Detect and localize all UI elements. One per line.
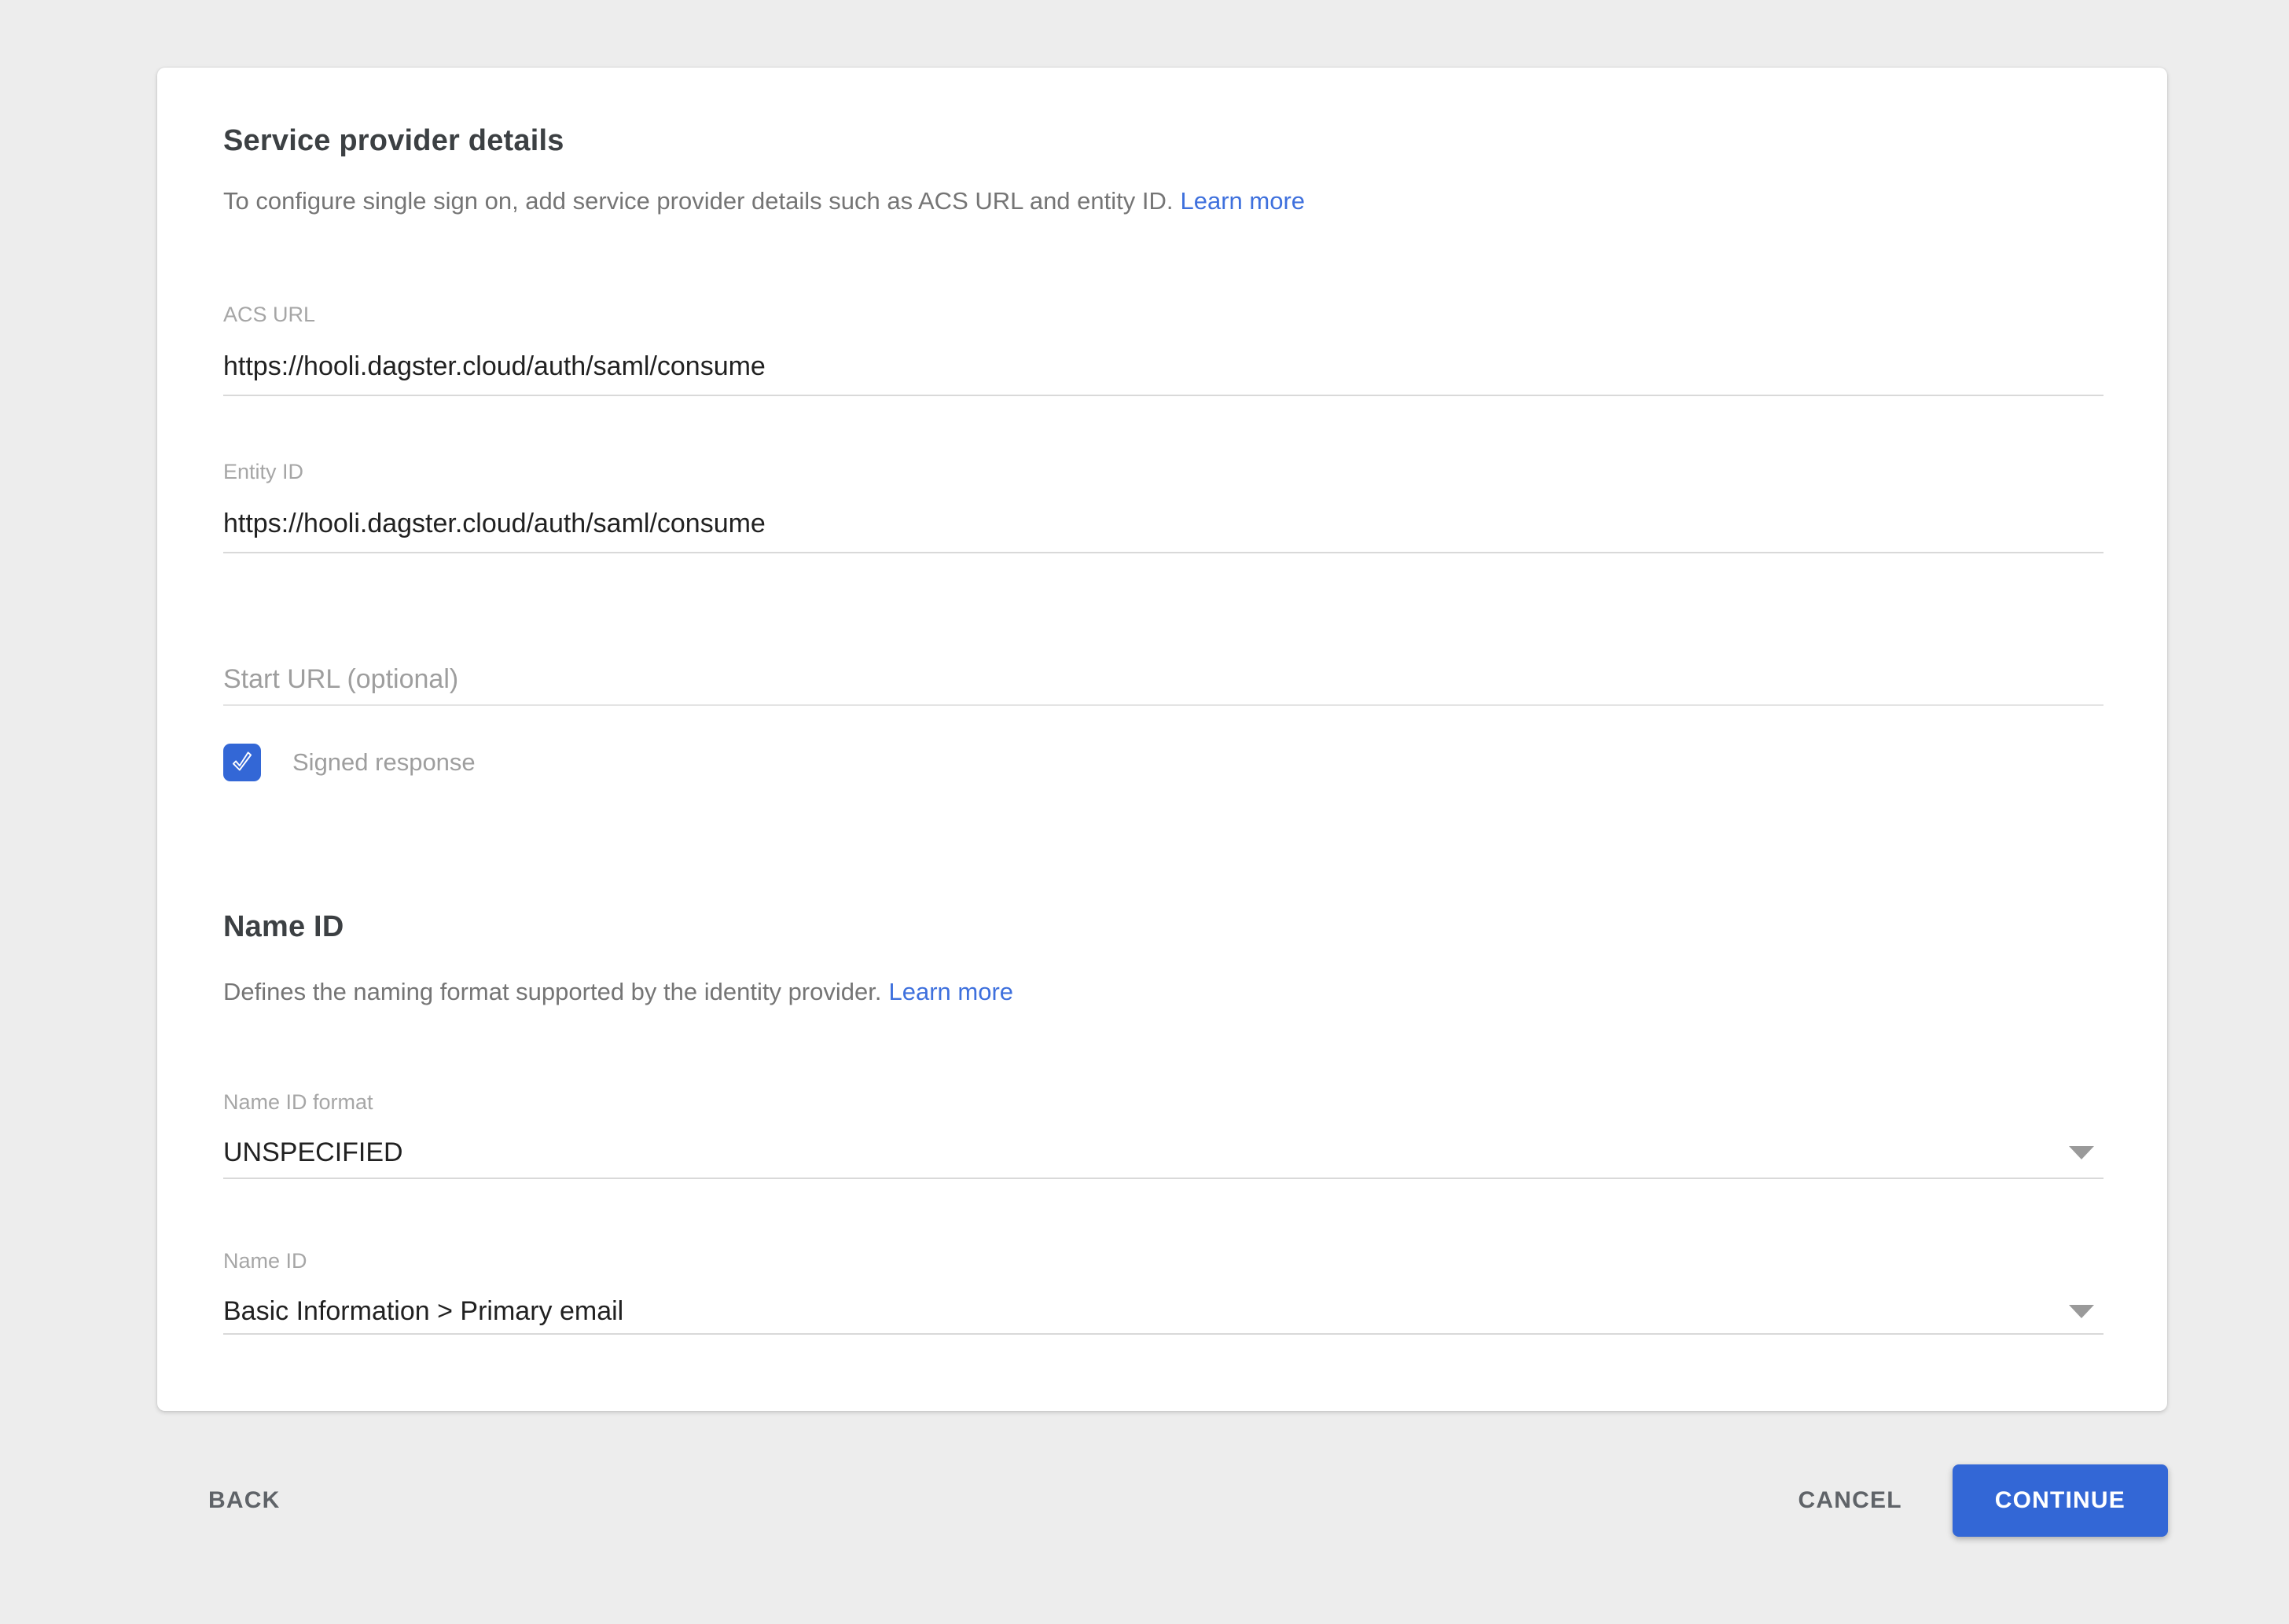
name-id-format-value: UNSPECIFIED: [223, 1137, 403, 1168]
section-title-service-provider-details: Service provider details: [223, 123, 2103, 159]
start-url-input[interactable]: Start URL (optional): [223, 663, 2103, 695]
acs-url-input[interactable]: https://hooli.dagster.cloud/auth/saml/co…: [223, 351, 2103, 382]
name-id-underline: [223, 1333, 2103, 1335]
acs-url-underline: [223, 395, 2103, 396]
signed-response-checkbox[interactable]: [223, 744, 261, 781]
name-id-label: Name ID: [223, 1248, 2103, 1273]
name-id-format-field: Name ID format UNSPECIFIED: [223, 1089, 2103, 1179]
entity-id-field: Entity ID https://hooli.dagster.cloud/au…: [223, 459, 2103, 553]
start-url-field: Start URL (optional): [223, 663, 2103, 706]
name-id-format-select[interactable]: UNSPECIFIED: [223, 1137, 2103, 1168]
section-title-name-id: Name ID: [223, 909, 2103, 945]
signed-response-row: Signed response: [223, 744, 2103, 781]
footer-right-group: CANCEL CONTINUE: [1798, 1464, 2168, 1537]
section-description: To configure single sign on, add service…: [223, 186, 2103, 217]
section2-description-text: Defines the naming format supported by t…: [223, 978, 881, 1005]
section2-description: Defines the naming format supported by t…: [223, 976, 2103, 1008]
back-button[interactable]: BACK: [208, 1487, 280, 1514]
cancel-button[interactable]: CANCEL: [1798, 1487, 1902, 1514]
entity-id-input[interactable]: https://hooli.dagster.cloud/auth/saml/co…: [223, 508, 2103, 539]
checkmark-icon: [227, 748, 257, 777]
name-id-field: Name ID Basic Information > Primary emai…: [223, 1248, 2103, 1335]
acs-url-field: ACS URL https://hooli.dagster.cloud/auth…: [223, 302, 2103, 396]
entity-id-label: Entity ID: [223, 459, 2103, 484]
entity-id-underline: [223, 552, 2103, 553]
continue-button[interactable]: CONTINUE: [1953, 1464, 2168, 1537]
name-id-format-underline: [223, 1178, 2103, 1179]
name-id-format-label: Name ID format: [223, 1089, 2103, 1115]
learn-more-link-2[interactable]: Learn more: [888, 978, 1013, 1005]
service-provider-details-card: Service provider details To configure si…: [157, 68, 2167, 1411]
chevron-down-icon: [2069, 1146, 2094, 1159]
name-id-value: Basic Information > Primary email: [223, 1295, 623, 1327]
name-id-select[interactable]: Basic Information > Primary email: [223, 1295, 2103, 1327]
start-url-underline: [223, 704, 2103, 706]
wizard-footer: BACK CANCEL CONTINUE: [157, 1464, 2168, 1537]
chevron-down-icon: [2069, 1305, 2094, 1318]
signed-response-label: Signed response: [292, 748, 476, 777]
learn-more-link[interactable]: Learn more: [1181, 187, 1306, 215]
section-description-text: To configure single sign on, add service…: [223, 187, 1174, 215]
acs-url-label: ACS URL: [223, 302, 2103, 327]
